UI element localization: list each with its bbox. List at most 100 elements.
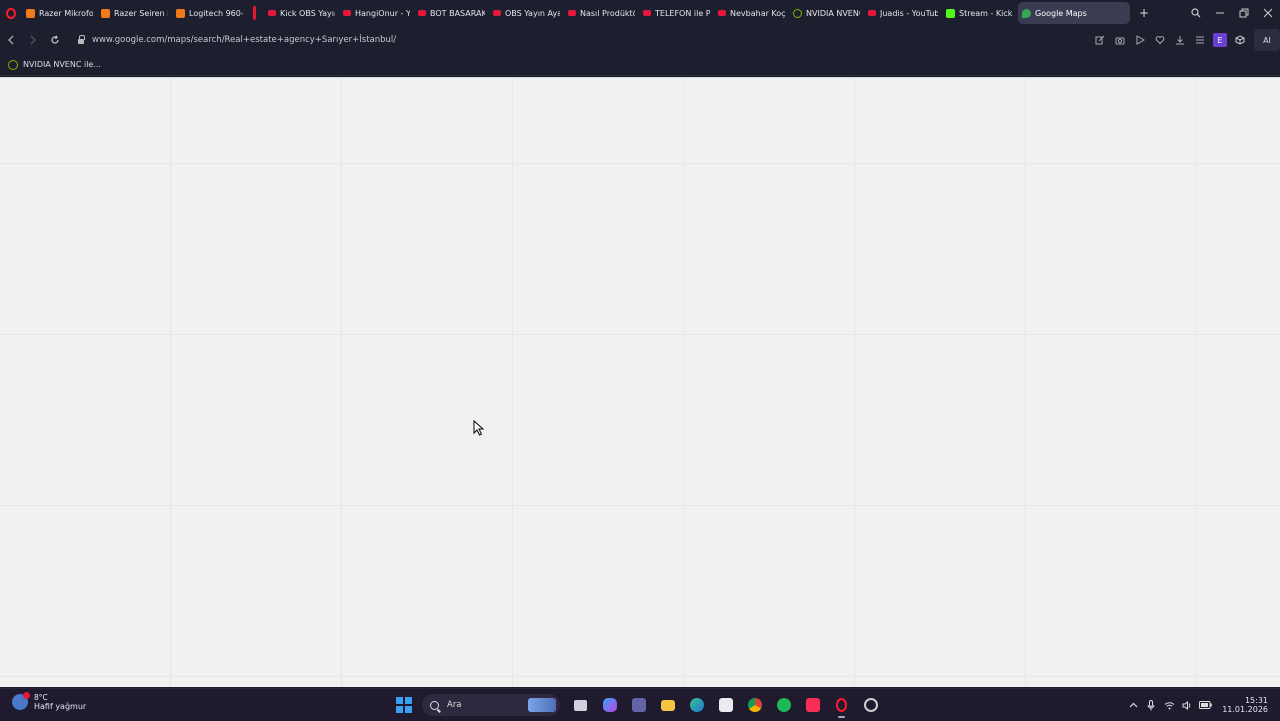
start-button[interactable] [394, 695, 414, 715]
search-label: Ara [447, 700, 462, 710]
tab-title: HangiOnur - Yo [355, 8, 410, 18]
hepsiburada-icon [26, 8, 35, 18]
tab[interactable]: Logitech 960-0 [172, 2, 247, 24]
bookmark-item[interactable]: NVIDIA NVENC ile... [8, 59, 101, 70]
back-button[interactable] [0, 29, 22, 51]
chrome-icon[interactable] [740, 692, 769, 718]
youtube-icon [568, 10, 576, 16]
file-explorer-icon[interactable] [653, 692, 682, 718]
window-controls [1184, 0, 1280, 26]
microphone-icon[interactable] [1142, 694, 1160, 716]
weather-widget[interactable]: 8°C Hafif yağmur [12, 692, 87, 711]
tab[interactable]: Kick OBS Yayın [264, 2, 339, 24]
youtube-icon [418, 10, 426, 16]
clock[interactable]: 15:31 11.01.2026 [1222, 696, 1268, 714]
music-app-icon[interactable] [798, 692, 827, 718]
tab-title: BOT BASARAK [430, 8, 485, 18]
new-tab-button[interactable]: + [1136, 5, 1152, 21]
tab[interactable]: HangiOnur - Yo [339, 2, 414, 24]
windows-taskbar: 8°C Hafif yağmur Ara 15:31 11.01.2026 [0, 688, 1280, 720]
taskbar-search[interactable]: Ara [422, 694, 560, 716]
clock-date: 11.01.2026 [1222, 705, 1268, 714]
opera-gx-icon[interactable] [856, 692, 885, 718]
tab[interactable]: NVIDIA NVENC [789, 2, 864, 24]
weather-rain-icon [12, 692, 30, 710]
map-canvas[interactable] [0, 77, 1280, 687]
ai-label: AI [1263, 35, 1271, 45]
search-highlight-icon [528, 698, 556, 712]
taskbar-center: Ara [394, 692, 885, 718]
ai-button[interactable]: AI [1254, 29, 1280, 51]
chevron-up-icon[interactable] [1124, 694, 1142, 716]
camera-icon[interactable] [1110, 29, 1130, 51]
tab-title: Nevbahar Koç [730, 8, 785, 18]
youtube-icon [718, 10, 726, 16]
tab-active[interactable]: Google Maps [1018, 2, 1130, 24]
tab-title: NVIDIA NVENC [806, 8, 860, 18]
lock-icon[interactable] [74, 29, 88, 51]
tab[interactable]: Nevbahar Koç [714, 2, 789, 24]
tab-title: OBS Yayın Ayarl [505, 8, 560, 18]
opera-logo-icon [6, 7, 16, 19]
tab[interactable]: Nasıl Prodüktör [564, 2, 639, 24]
youtube-icon [868, 10, 876, 16]
youtube-icon [268, 10, 276, 16]
edge-icon[interactable] [682, 692, 711, 718]
tab-title: Kick OBS Yayın [280, 8, 335, 18]
tab-title: Juadis - YouTub [880, 8, 938, 18]
volume-icon[interactable] [1178, 694, 1196, 716]
youtube-icon [343, 10, 351, 16]
reload-button[interactable] [44, 29, 66, 51]
tab[interactable]: BOT BASARAK [414, 2, 489, 24]
hepsiburada-icon [176, 8, 185, 18]
forward-button[interactable] [22, 29, 44, 51]
pinned-apps [566, 692, 885, 718]
tab-search-icon[interactable] [1184, 0, 1208, 26]
opera-icon[interactable] [827, 692, 856, 718]
address-bar: www.google.com/maps/search/Real+estate+a… [0, 26, 1280, 54]
tab[interactable]: OBS Yayın Ayarl [489, 2, 564, 24]
weather-temperature: 8°C [34, 693, 48, 702]
restore-button[interactable] [1232, 0, 1256, 26]
heart-icon[interactable] [1150, 29, 1170, 51]
tab[interactable]: Juadis - YouTub [864, 2, 942, 24]
tab-title: TELEFON ile PR [655, 8, 710, 18]
opera-menu-button[interactable] [0, 0, 22, 26]
copilot-icon[interactable] [595, 692, 624, 718]
kick-icon [946, 8, 955, 18]
tab[interactable]: Razer Mikrofon [22, 2, 97, 24]
search-icon [430, 700, 439, 710]
bookmarks-bar: NVIDIA NVENC ile... [0, 54, 1280, 76]
nvidia-icon [8, 59, 18, 70]
cube-icon[interactable] [1230, 29, 1250, 51]
tab[interactable]: Razer Seiren Mi [97, 2, 172, 24]
tab-title: Razer Mikrofon [39, 8, 93, 18]
spotify-icon[interactable] [769, 692, 798, 718]
tab-strip: Razer Mikrofon Razer Seiren Mi Logitech … [0, 0, 1280, 26]
extension-e-button[interactable]: E [1210, 29, 1230, 51]
tab-title: Stream - Kick D [959, 8, 1014, 18]
wifi-icon[interactable] [1160, 694, 1178, 716]
microsoft-store-icon[interactable] [711, 692, 740, 718]
task-view-icon[interactable] [566, 692, 595, 718]
close-button[interactable] [1256, 0, 1280, 26]
menu-icon[interactable] [1190, 29, 1210, 51]
nvidia-icon [793, 8, 802, 18]
tab-title: Razer Seiren Mi [114, 8, 168, 18]
tab[interactable]: TELEFON ile PR [639, 2, 714, 24]
minimize-button[interactable] [1208, 0, 1232, 26]
tab-title: Google Maps [1035, 8, 1087, 18]
edit-icon[interactable] [1090, 29, 1110, 51]
mouse-cursor-icon [473, 420, 485, 436]
tab[interactable]: Stream - Kick D [942, 2, 1018, 24]
play-icon[interactable] [1130, 29, 1150, 51]
url-field[interactable]: www.google.com/maps/search/Real+estate+a… [92, 35, 396, 45]
hepsiburada-icon [101, 8, 110, 18]
weather-condition: Hafif yağmur [34, 702, 87, 711]
tab-title: Nasıl Prodüktör [580, 8, 635, 18]
battery-icon[interactable] [1196, 694, 1214, 716]
download-icon[interactable] [1170, 29, 1190, 51]
google-maps-icon [1022, 8, 1031, 18]
teams-icon[interactable] [624, 692, 653, 718]
address-bar-actions: E AI [1090, 26, 1280, 54]
